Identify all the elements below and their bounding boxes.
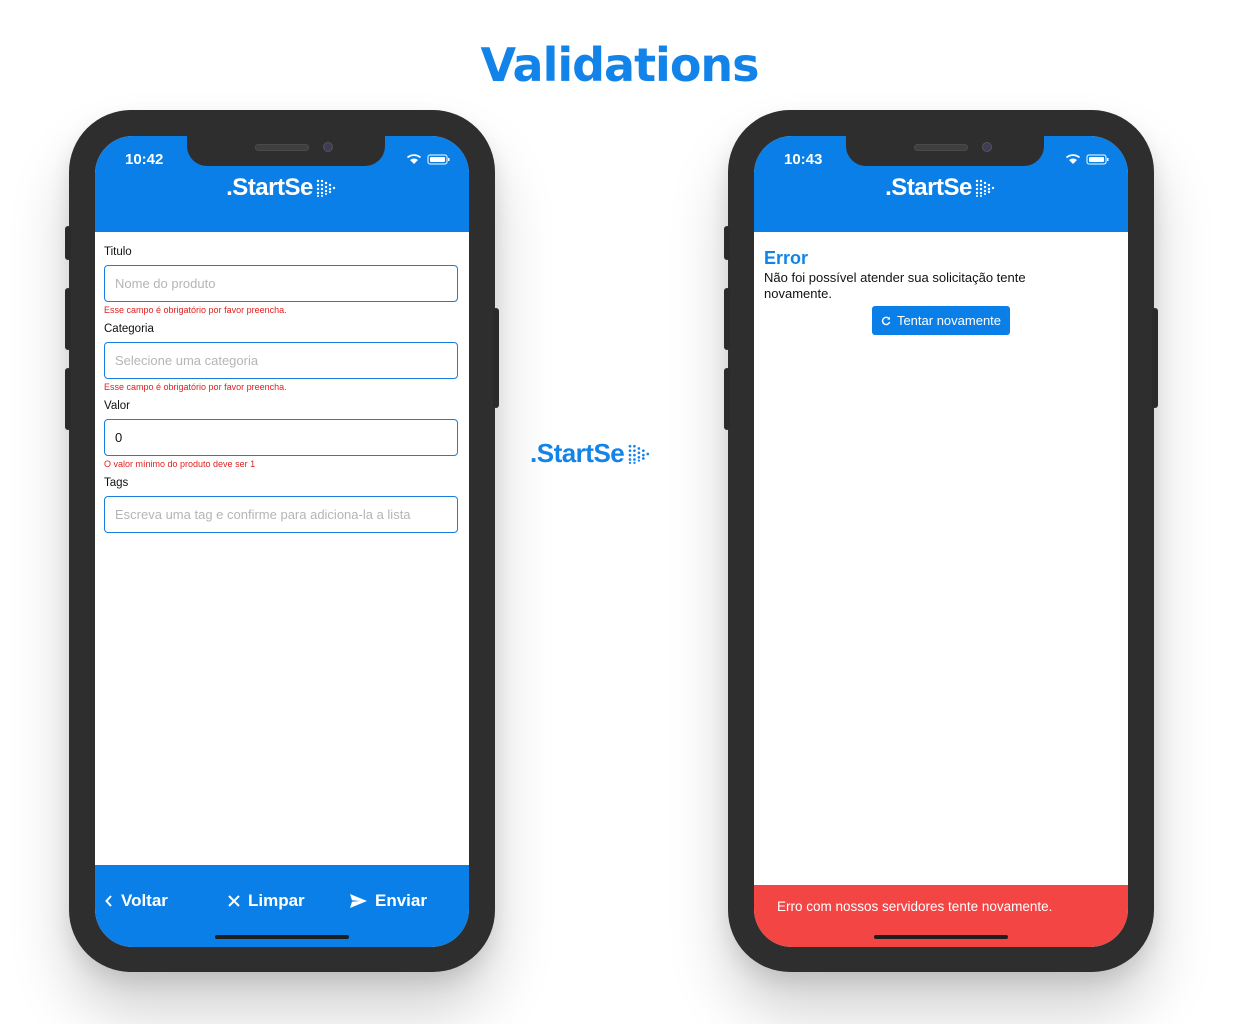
mute-switch	[65, 226, 71, 260]
categoria-label: Categoria	[104, 323, 154, 335]
center-logo: .StartSe	[530, 438, 653, 469]
status-icons	[1064, 152, 1110, 170]
chevron-left-icon	[105, 895, 113, 907]
titulo-label: Titulo	[104, 246, 132, 258]
volume-down-button	[65, 368, 71, 430]
phone-right: 10:43 .StartSe Error Não foi possível at…	[724, 110, 1158, 972]
home-indicator	[215, 935, 349, 939]
send-icon	[350, 894, 367, 908]
tags-label: Tags	[104, 477, 129, 489]
volume-down-button	[724, 368, 730, 430]
error-snackbar: Erro com nossos servidores tente novamen…	[754, 885, 1128, 947]
notch	[846, 136, 1044, 166]
power-button	[493, 308, 499, 408]
retry-button[interactable]: Tentar novamente	[872, 306, 1010, 335]
error-message: Não foi possível atender sua solicitação…	[764, 270, 1026, 301]
volume-up-button	[724, 288, 730, 350]
power-button	[1152, 308, 1158, 408]
camera	[323, 142, 333, 152]
status-time: 10:42	[125, 151, 164, 168]
mute-switch	[724, 226, 730, 260]
error-title: Error	[764, 248, 809, 268]
phone-left: 10:42 .StartSe Titulo Nome do produto Es…	[65, 110, 499, 972]
camera	[982, 142, 992, 152]
wifi-battery-icon	[1065, 154, 1109, 165]
screen-error: 10:43 .StartSe Error Não foi possível at…	[754, 136, 1128, 947]
back-button[interactable]: Voltar	[105, 891, 168, 911]
screen-form: 10:42 .StartSe Titulo Nome do produto Es…	[95, 136, 469, 947]
wifi-battery-icon	[406, 154, 450, 165]
send-button-label: Enviar	[375, 891, 427, 910]
snackbar-message: Erro com nossos servidores tente novamen…	[777, 899, 1053, 914]
logo-text: .StartSe	[885, 174, 972, 201]
speaker	[255, 144, 309, 151]
bottom-action-bar: Voltar Limpar Enviar	[95, 865, 469, 947]
categoria-error: Esse campo é obrigatório por favor preen…	[104, 382, 287, 392]
valor-label: Valor	[104, 400, 130, 412]
send-button[interactable]: Enviar	[350, 891, 427, 911]
app-logo: .StartSe	[754, 174, 1128, 202]
categoria-select[interactable]: Selecione uma categoria	[104, 342, 458, 379]
notch	[187, 136, 385, 166]
retry-button-label: Tentar novamente	[896, 313, 1002, 328]
titulo-error: Esse campo é obrigatório por favor preen…	[104, 305, 287, 315]
valor-error: O valor mínimo do produto deve ser 1	[104, 459, 256, 469]
status-time: 10:43	[784, 151, 823, 168]
logo-arrow-icon	[316, 179, 336, 197]
speaker	[914, 144, 968, 151]
clear-button[interactable]: Limpar	[228, 891, 305, 911]
volume-up-button	[65, 288, 71, 350]
product-form: Titulo Nome do produto Esse campo é obri…	[104, 240, 460, 533]
page-title: Validations	[480, 38, 759, 92]
home-indicator	[874, 935, 1008, 939]
center-logo-text: .StartSe	[530, 438, 625, 468]
refresh-icon	[881, 316, 891, 326]
tags-input[interactable]: Escreva uma tag e confirme para adiciona…	[104, 496, 458, 533]
logo-text: .StartSe	[226, 174, 313, 201]
logo-arrow-icon	[975, 179, 995, 197]
back-button-label: Voltar	[121, 891, 168, 910]
app-logo: .StartSe	[95, 174, 469, 202]
status-icons	[405, 152, 451, 170]
close-icon	[228, 895, 240, 907]
logo-arrow-icon	[628, 444, 650, 464]
titulo-input[interactable]: Nome do produto	[104, 265, 458, 302]
clear-button-label: Limpar	[248, 891, 305, 910]
valor-input[interactable]: 0	[104, 419, 458, 456]
